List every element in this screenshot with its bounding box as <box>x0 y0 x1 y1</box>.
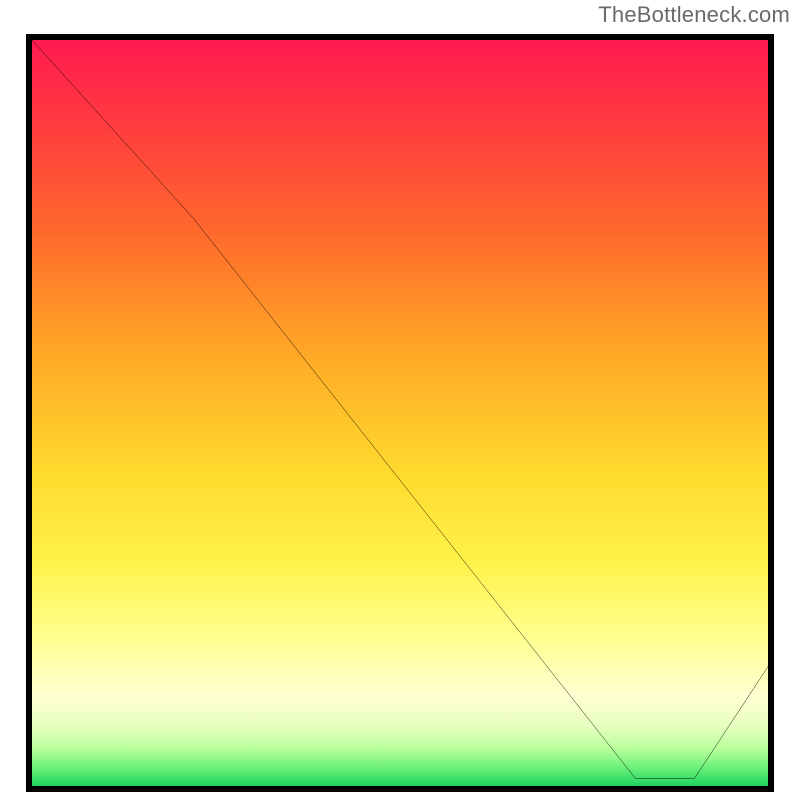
chart-inner <box>32 40 768 786</box>
attribution-text: TheBottleneck.com <box>598 2 790 28</box>
page-root: TheBottleneck.com <box>0 0 800 800</box>
chart-line <box>32 40 768 786</box>
chart-frame <box>26 34 774 792</box>
